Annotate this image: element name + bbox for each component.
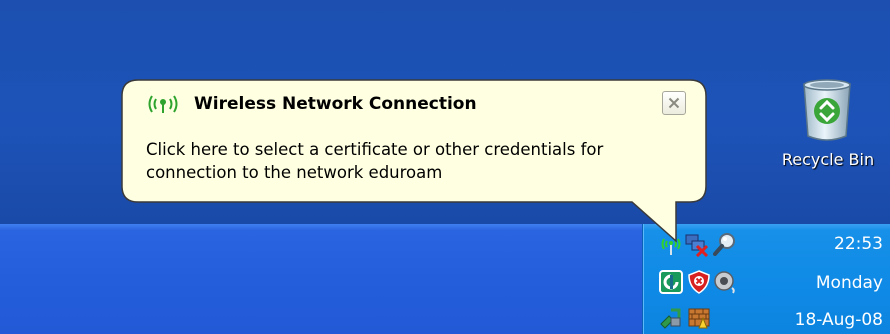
network-disconnected-icon[interactable] bbox=[685, 233, 709, 257]
notification-area: 22:53 Monday 18-Aug-08 bbox=[642, 224, 890, 334]
security-shield-icon[interactable] bbox=[687, 270, 711, 294]
speaker-icon[interactable] bbox=[713, 270, 737, 294]
sync-icon[interactable] bbox=[659, 270, 683, 294]
firewall-icon[interactable] bbox=[687, 306, 711, 330]
balloon-title: Wireless Network Connection bbox=[194, 94, 477, 114]
recycle-bin-icon bbox=[803, 79, 851, 141]
close-icon bbox=[668, 97, 680, 109]
clock-day[interactable]: Monday bbox=[773, 273, 883, 293]
wireless-signal-icon bbox=[148, 95, 178, 113]
balloon-message[interactable]: Click here to select a certificate or ot… bbox=[146, 138, 696, 184]
search-icon[interactable] bbox=[713, 232, 737, 256]
clock-time[interactable]: 22:53 bbox=[773, 234, 883, 254]
safely-remove-hardware-icon[interactable] bbox=[659, 306, 683, 330]
recycle-bin-label: Recycle Bin bbox=[781, 150, 875, 169]
balloon-close-button[interactable] bbox=[662, 91, 686, 115]
clock-date[interactable]: 18-Aug-08 bbox=[773, 310, 883, 330]
wireless-network-icon[interactable] bbox=[659, 233, 683, 257]
recycle-bin-shortcut[interactable]: Recycle Bin bbox=[766, 78, 890, 178]
